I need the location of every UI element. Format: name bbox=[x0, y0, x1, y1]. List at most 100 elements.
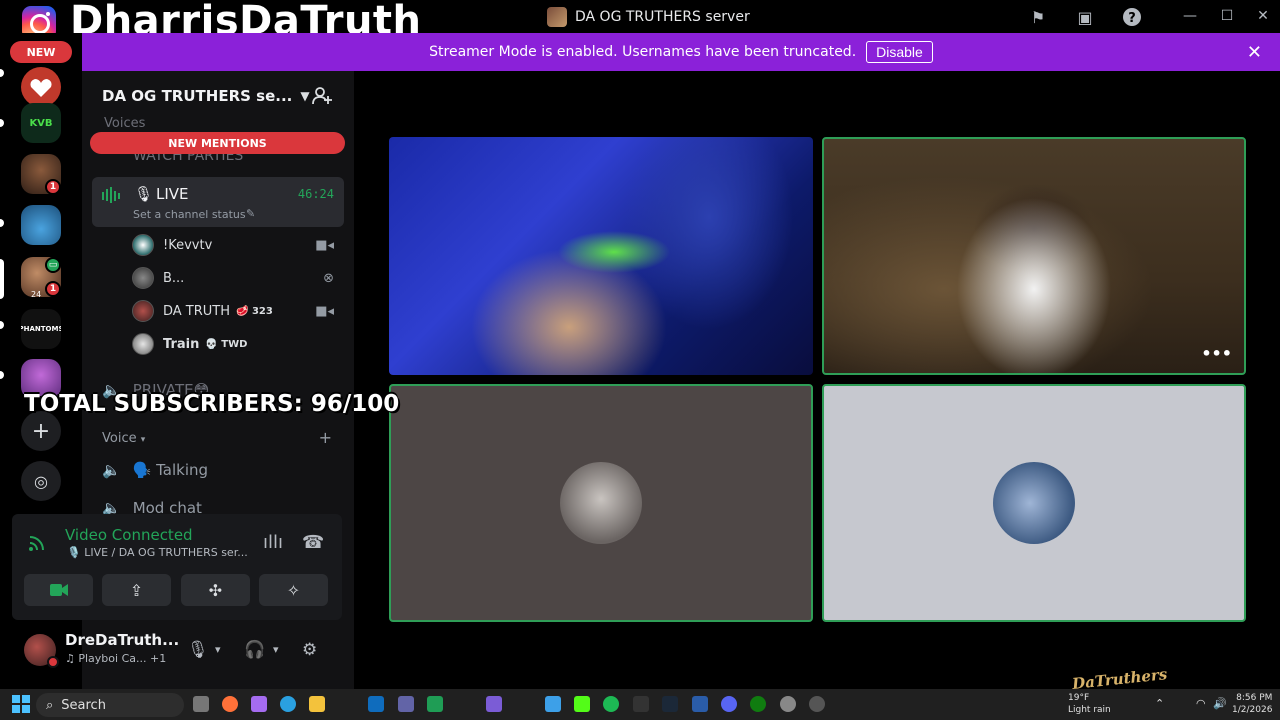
voice-user-name: DA TRUTH bbox=[163, 303, 231, 319]
search-label: Search bbox=[61, 697, 106, 713]
epic-games-icon[interactable] bbox=[633, 696, 649, 712]
voice-user[interactable]: Train 💀 TWD bbox=[132, 331, 342, 357]
banner-close-icon[interactable]: ✕ bbox=[1247, 42, 1262, 63]
channel-talking[interactable]: 🔈 🗣️ Talking bbox=[102, 458, 208, 482]
more-options-icon[interactable]: ••• bbox=[1201, 344, 1232, 363]
window-title: DA OG TRUTHERS server bbox=[547, 6, 750, 28]
noise-suppression-icon[interactable]: ıllı bbox=[263, 532, 283, 553]
microphone-icon[interactable]: 🎙 bbox=[187, 640, 209, 660]
teams-icon[interactable] bbox=[398, 696, 414, 712]
gear-icon[interactable]: ⚙ bbox=[302, 640, 317, 660]
app-icon[interactable] bbox=[486, 696, 502, 712]
xbox-icon: ⊗ bbox=[323, 270, 334, 286]
maximize-button[interactable]: ☐ bbox=[1212, 4, 1242, 28]
taskbar-clock[interactable]: 8:56 PM 1/2/2026 bbox=[1232, 692, 1272, 716]
current-user-name[interactable]: DreDaTruth... bbox=[65, 631, 179, 649]
create-channel-icon[interactable]: + bbox=[319, 428, 332, 447]
video-tile-1[interactable] bbox=[389, 137, 813, 375]
streamer-mode-message: Streamer Mode is enabled. Usernames have… bbox=[429, 44, 857, 60]
windows-start-icon[interactable] bbox=[12, 695, 30, 713]
guild-name: DA OG TRUTHERS se... bbox=[102, 87, 293, 105]
chevron-down-icon[interactable]: ▾ bbox=[215, 643, 221, 656]
wifi-icon[interactable]: ◠ bbox=[1196, 697, 1206, 710]
outlook-icon[interactable] bbox=[368, 696, 384, 712]
server-icon-cartoon[interactable] bbox=[21, 205, 61, 245]
activities-button[interactable]: ✣ bbox=[181, 574, 250, 606]
disable-streamer-mode-button[interactable]: Disable bbox=[866, 41, 933, 63]
chevron-down-icon[interactable]: ▾ bbox=[273, 643, 279, 656]
video-tile-3[interactable] bbox=[389, 384, 813, 622]
screen-share-button[interactable]: ⇪ bbox=[102, 574, 171, 606]
add-server-icon[interactable]: + bbox=[21, 411, 61, 451]
camera-toggle-button[interactable] bbox=[24, 574, 93, 606]
user-panel: DreDaTruth... ♫ Playboi Ca... +1 🎙 ▾ 🎧 ▾… bbox=[12, 626, 342, 676]
new-unreads-pill[interactable]: NEW bbox=[10, 41, 72, 63]
copilot-icon[interactable] bbox=[251, 696, 267, 712]
discord-icon[interactable] bbox=[721, 696, 737, 712]
unread-indicator bbox=[0, 69, 4, 77]
spotify-icon[interactable] bbox=[603, 696, 619, 712]
taskbar-search[interactable]: ⌕ Search bbox=[36, 693, 184, 717]
server-icon-heart[interactable] bbox=[21, 67, 61, 107]
window-close-button[interactable]: ✕ bbox=[1248, 4, 1278, 28]
invite-people-icon[interactable] bbox=[312, 86, 332, 111]
xbox-icon[interactable] bbox=[750, 696, 766, 712]
photos-icon[interactable] bbox=[545, 696, 561, 712]
obs-icon[interactable] bbox=[809, 696, 825, 712]
channel-name: 🗣️ Talking bbox=[132, 461, 209, 479]
flag-icon[interactable]: ⚑ bbox=[1027, 6, 1049, 28]
pencil-icon[interactable]: ✎ bbox=[246, 207, 255, 220]
category-voice[interactable]: Voice ▾ bbox=[102, 431, 145, 446]
voice-user[interactable]: DA TRUTH 🥩 323 ■◂ bbox=[132, 298, 342, 324]
file-explorer-icon[interactable] bbox=[309, 696, 325, 712]
firefox-icon[interactable] bbox=[222, 696, 238, 712]
gamebar-icon[interactable] bbox=[427, 696, 443, 712]
unread-indicator bbox=[0, 119, 4, 127]
disconnect-icon[interactable]: ☎ bbox=[302, 532, 324, 553]
server-icon-phantoms[interactable]: PHANTOMS bbox=[21, 309, 61, 349]
avatar bbox=[132, 333, 154, 355]
task-view-icon[interactable] bbox=[193, 696, 209, 712]
windows-taskbar: ⌕ Search 19°F Light rain ⌃ ◠ 🔊 8:56 PM 1… bbox=[0, 689, 1280, 720]
video-tile-4[interactable] bbox=[822, 384, 1246, 622]
mention-badge: 1 bbox=[45, 179, 61, 195]
dnd-status-icon bbox=[47, 656, 59, 668]
live-channel-name: LIVE bbox=[156, 185, 189, 203]
app-icon[interactable] bbox=[692, 696, 708, 712]
chevron-down-icon: ▼ bbox=[300, 89, 310, 103]
help-icon[interactable]: ? bbox=[1121, 6, 1143, 28]
minimize-button[interactable]: — bbox=[1175, 4, 1205, 28]
chevron-up-icon[interactable]: ⌃ bbox=[1155, 697, 1164, 710]
voice-status-title[interactable]: Video Connected bbox=[65, 526, 193, 544]
svg-text:?: ? bbox=[1128, 11, 1136, 26]
inbox-icon[interactable]: ▣ bbox=[1074, 6, 1096, 28]
category-voices[interactable]: Voices bbox=[104, 116, 145, 131]
avatar bbox=[560, 462, 642, 544]
connection-signal-icon[interactable] bbox=[28, 534, 46, 557]
headphones-icon[interactable]: 🎧 bbox=[244, 640, 265, 660]
voice-user[interactable]: B... ⊗ bbox=[132, 265, 342, 291]
steam-icon[interactable] bbox=[662, 696, 678, 712]
category-name: Voice bbox=[102, 431, 137, 446]
unread-indicator bbox=[0, 321, 4, 329]
edge-icon[interactable] bbox=[280, 696, 296, 712]
video-tile-2[interactable]: ••• bbox=[822, 137, 1246, 375]
voice-connection-panel: Video Connected 🎙️ LIVE / DA OG TRUTHERS… bbox=[12, 514, 342, 620]
streamer-mode-banner: Streamer Mode is enabled. Usernames have… bbox=[82, 33, 1280, 71]
weather-widget[interactable]: 19°F Light rain bbox=[1048, 692, 1111, 716]
microphone-icon: 🎙 bbox=[134, 185, 154, 203]
discover-compass-icon[interactable]: ◎ bbox=[21, 461, 61, 501]
voice-user[interactable]: !Kevvtv ■◂ bbox=[132, 232, 342, 258]
window-title-text: DA OG TRUTHERS server bbox=[575, 9, 750, 25]
unread-indicator bbox=[0, 219, 4, 227]
new-mentions-pill[interactable]: NEW MENTIONS bbox=[90, 132, 345, 154]
server-icon-kvb[interactable]: KVB bbox=[21, 103, 61, 143]
voice-channel-live[interactable]: 🎙 LIVE 46:24 Set a channel status ✎ bbox=[92, 177, 344, 227]
volume-icon[interactable]: 🔊 bbox=[1213, 697, 1227, 710]
voice-status-channel[interactable]: 🎙️ LIVE / DA OG TRUTHERS ser... bbox=[67, 546, 248, 559]
current-user-activity: ♫ Playboi Ca... +1 bbox=[65, 652, 167, 665]
settings-icon[interactable] bbox=[780, 696, 796, 712]
soundboard-button[interactable]: ✧ bbox=[259, 574, 328, 606]
set-channel-status[interactable]: Set a channel status bbox=[133, 208, 246, 221]
kick-icon[interactable] bbox=[574, 696, 590, 712]
